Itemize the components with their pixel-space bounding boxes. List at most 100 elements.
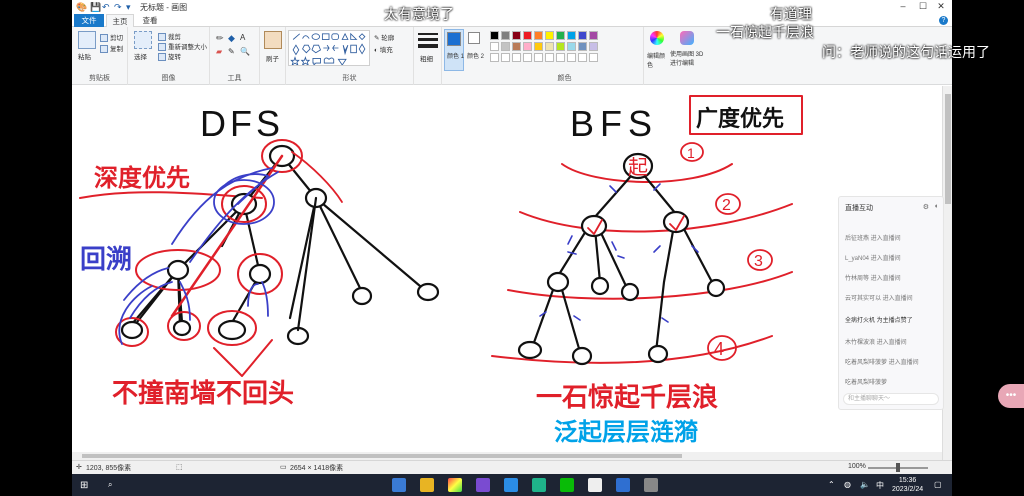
chat-collapse-icon[interactable]: ◐ [935, 203, 939, 210]
fill-dropdown[interactable]: ◐ 填充 [374, 44, 393, 54]
cut-button[interactable]: 剪切 [100, 32, 123, 43]
help-icon[interactable]: ? [939, 16, 948, 25]
palette-swatch[interactable] [589, 42, 598, 51]
rotate-button[interactable]: 旋转 [158, 51, 181, 62]
palette-swatch[interactable] [589, 31, 598, 40]
palette-swatch[interactable] [501, 42, 510, 51]
wechat-icon[interactable] [560, 478, 574, 492]
file-explorer-icon[interactable] [420, 478, 434, 492]
palette-swatch[interactable] [545, 31, 554, 40]
undo-icon[interactable]: ↶ [102, 2, 110, 13]
save-icon[interactable]: 💾 [90, 2, 101, 13]
pencil-icon[interactable]: ✏ [216, 33, 224, 44]
paste-button[interactable]: 粘贴 [78, 51, 91, 61]
start-icon[interactable]: ⊞ [80, 480, 88, 491]
notification-icon[interactable]: ▢ [934, 480, 942, 489]
tab-home[interactable]: 主页 [106, 14, 134, 27]
palette-swatch[interactable] [556, 31, 565, 40]
search-icon[interactable]: ⌕ [108, 480, 112, 490]
palette-swatch[interactable] [534, 42, 543, 51]
shapes-gallery[interactable] [288, 30, 370, 66]
minimize-button[interactable]: – [894, 1, 912, 13]
screenshot-tool-icon[interactable] [616, 478, 630, 492]
brush-icon[interactable] [264, 31, 282, 49]
palette-swatch[interactable] [567, 53, 576, 62]
canvas-drawing[interactable]: DFS 深度优先 回溯 不撞南墙不回头 BFS 广度优先 1 2 3 4 起 一… [72, 86, 942, 460]
palette-swatch[interactable] [523, 53, 532, 62]
visual-studio-icon[interactable] [476, 478, 490, 492]
close-button[interactable]: ✕ [932, 1, 950, 13]
vertical-scroll-thumb[interactable] [945, 94, 951, 204]
resize-button[interactable]: 重新调整大小 [158, 41, 207, 52]
palette-swatch[interactable] [578, 53, 587, 62]
copy-button[interactable]: 复制 [100, 43, 123, 54]
palette-swatch[interactable] [501, 53, 510, 62]
taskbar-app-icon[interactable] [392, 478, 406, 492]
horizontal-scrollbar[interactable] [72, 452, 942, 460]
palette-swatch[interactable] [545, 53, 554, 62]
ribbon-tabs: 文件 主页 查看 ? [72, 14, 952, 27]
select-icon[interactable] [134, 31, 152, 49]
edit-colors-button[interactable]: 编辑颜色 [647, 51, 669, 69]
chat-input[interactable]: 和主播聊聊天～ [843, 393, 939, 405]
size-button[interactable]: 粗细 [420, 53, 433, 63]
maximize-button[interactable]: ☐ [914, 1, 932, 13]
taskbar-clock[interactable]: 15:36 2023/2/24 [892, 476, 923, 494]
palette-swatch[interactable] [578, 31, 587, 40]
palette-swatch[interactable] [490, 42, 499, 51]
eraser-icon[interactable]: ▰ [216, 47, 222, 56]
palette-swatch[interactable] [501, 31, 510, 40]
typora-icon[interactable] [588, 478, 602, 492]
side-float-button[interactable]: ••• [998, 384, 1024, 408]
palette-swatch[interactable] [589, 53, 598, 62]
colors-group: 颜色 [486, 27, 644, 85]
tray-chevron-icon[interactable]: ⌃ [828, 480, 835, 489]
quick-access-dropdown-icon[interactable]: ▾ [126, 2, 131, 13]
palette-swatch[interactable] [567, 42, 576, 51]
select-button[interactable]: 选择 [134, 51, 147, 61]
palette-swatch[interactable] [556, 53, 565, 62]
palette-swatch[interactable] [567, 31, 576, 40]
palette-swatch[interactable] [534, 53, 543, 62]
vscode-icon[interactable] [504, 478, 518, 492]
brushes-button[interactable]: 刷子 [266, 53, 279, 63]
palette-swatch[interactable] [523, 42, 532, 51]
fill-bucket-icon[interactable]: ◆ [228, 33, 235, 44]
paint3d-icon[interactable] [680, 31, 694, 45]
crop-button[interactable]: 裁剪 [158, 31, 181, 42]
drawing-canvas[interactable]: DFS 深度优先 回溯 不撞南墙不回头 BFS 广度优先 1 2 3 4 起 一… [72, 86, 942, 460]
palette-swatch[interactable] [578, 42, 587, 51]
text-tool-icon[interactable]: A [240, 33, 245, 42]
edit-colors-icon[interactable] [650, 31, 664, 45]
chat-message: 木竹棵波浪 进入直播间 [845, 340, 907, 346]
zoom-slider-knob[interactable] [896, 463, 900, 472]
palette-swatch[interactable] [512, 31, 521, 40]
palette-swatch[interactable] [512, 42, 521, 51]
network-icon[interactable]: ◍ [844, 480, 851, 489]
paint-taskbar-icon[interactable] [644, 478, 658, 492]
palette-swatch[interactable] [545, 42, 554, 51]
ime-indicator[interactable]: 中 [876, 480, 884, 491]
palette-swatch[interactable] [556, 42, 565, 51]
chrome-icon[interactable] [448, 478, 462, 492]
palette-swatch[interactable] [534, 31, 543, 40]
color-picker-icon[interactable]: ✎ [228, 47, 235, 56]
paste-icon[interactable] [78, 31, 96, 49]
palette-swatch[interactable] [490, 53, 499, 62]
paint3d-button[interactable]: 使用画图 3D 进行编辑 [670, 49, 710, 67]
magnifier-icon[interactable]: 🔍 [240, 47, 250, 56]
palette-swatch[interactable] [523, 31, 532, 40]
tab-view[interactable]: 查看 [136, 14, 164, 27]
tab-file[interactable]: 文件 [74, 14, 104, 27]
redo-icon[interactable]: ↷ [114, 2, 122, 13]
volume-icon[interactable]: 🔈 [860, 480, 870, 489]
palette-swatch[interactable] [490, 31, 499, 40]
chat-settings-icon[interactable]: ⚙ [923, 203, 929, 211]
color2-label: 颜色 2 [467, 54, 485, 60]
horizontal-scroll-thumb[interactable] [82, 454, 682, 458]
edge-icon[interactable] [532, 478, 546, 492]
outline-dropdown[interactable]: ✎ 轮廓 [374, 32, 394, 42]
palette-swatch[interactable] [512, 53, 521, 62]
tools-group-label: 工具 [227, 75, 242, 82]
color2-swatch[interactable] [468, 32, 480, 44]
